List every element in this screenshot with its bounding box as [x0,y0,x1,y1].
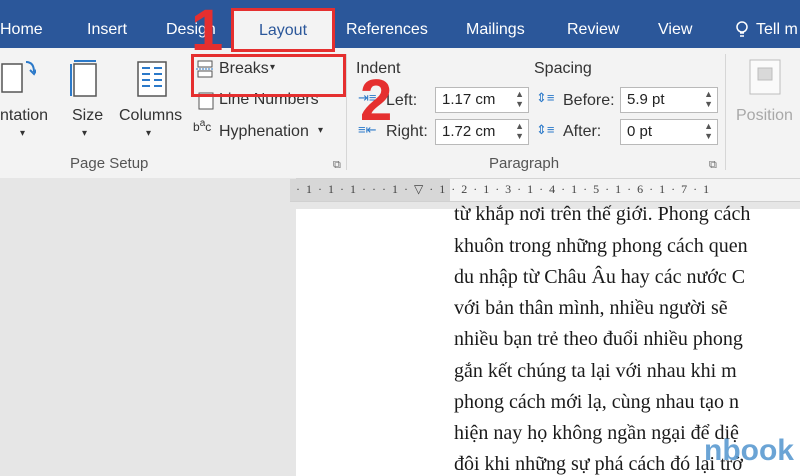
tab-references[interactable]: References [346,0,428,48]
document-line: đôi khi những sự phá cách đó lại trở [454,453,743,475]
document-line: phong cách mới lạ, cùng nhau tạo n [454,391,739,413]
tab-home[interactable]: Home [0,0,43,48]
hyphenation-icon: bac [193,118,212,134]
position-icon [749,59,781,95]
group-separator [346,54,347,170]
indent-left-value: 1.17 cm [442,91,496,108]
document-line: khuôn trong những phong cách quen [454,235,748,257]
tab-insert[interactable]: Insert [87,0,127,48]
orientation-button[interactable]: ntation [0,107,48,125]
document-line: hiện nay họ không ngần ngại để diệ [454,422,739,444]
spacing-before-value: 5.9 pt [627,91,665,108]
document-line: từ khắp nơi trên thế giới. Phong cách [454,203,751,225]
tell-me-search[interactable]: Tell m [756,0,798,48]
document-line: nhiều bạn trẻ theo đuổi nhiều phong [454,328,743,350]
chevron-down-icon: ▾ [82,128,88,139]
ruler-ticks: · 1 · 1 · 1 · · · 1 · ▽ · 1 · 2 · 1 · 3 … [296,182,711,196]
indent-right-value: 1.72 cm [442,123,496,140]
tab-review[interactable]: Review [567,0,619,48]
horizontal-ruler[interactable]: · 1 · 1 · 1 · · · 1 · ▽ · 1 · 2 · 1 · 3 … [290,179,800,202]
ribbon: ntation ▾ Size ▾ Columns ▾ Breaks ▾ Line… [0,48,800,179]
spinner-arrows-icon[interactable]: ▲ ▼ [515,89,524,109]
spacing-after-label: After: [563,123,602,140]
document-line: gắn kết chúng ta lại với nhau khi m [454,360,737,382]
size-button[interactable]: Size [72,107,103,125]
document-background [0,178,296,476]
position-button[interactable]: Position [736,107,793,125]
columns-button[interactable]: Columns [119,107,182,125]
spacing-after-input[interactable]: 0 pt ▲ ▼ [620,119,718,145]
orientation-icon [1,61,36,93]
spacing-before-input[interactable]: 5.9 pt ▲ ▼ [620,87,718,113]
spacing-after-icon: ⇕≡ [536,122,555,137]
highlight-layout-tab [231,8,335,52]
indent-right-input[interactable]: 1.72 cm ▲ ▼ [435,119,529,145]
watermark-logo: nbook [704,434,794,467]
spinner-arrows-icon[interactable]: ▲ ▼ [515,121,524,141]
indent-left-input[interactable]: 1.17 cm ▲ ▼ [435,87,529,113]
group-label-page-setup: Page Setup [70,155,149,172]
spacing-header: Spacing [534,60,592,77]
ribbon-tab-bar: Home Insert Design Layout References Mai… [0,0,800,50]
paragraph-launcher-icon[interactable]: ⧉ [709,159,717,172]
spacing-before-label: Before: [563,92,615,109]
chevron-down-icon: ▾ [20,128,26,139]
columns-icon [137,61,167,97]
document-line: du nhập từ Châu Âu hay các nước C [454,266,746,288]
spinner-arrows-icon[interactable]: ▲ ▼ [704,89,713,109]
spacing-before-icon: ⇕≡ [536,90,555,105]
lightbulb-icon [736,21,748,37]
size-icon [70,60,97,97]
tab-view[interactable]: View [658,0,692,48]
document-line: với bản thân mình, nhiều người sẽ [454,297,728,319]
step-number-2: 2 [360,68,393,133]
spinner-arrows-icon[interactable]: ▲ ▼ [704,121,713,141]
chevron-down-icon: ▾ [318,125,324,136]
group-separator [725,54,726,170]
tab-mailings[interactable]: Mailings [466,0,525,48]
step-number-1: 1 [191,0,224,63]
spacing-after-value: 0 pt [627,123,653,140]
page-setup-launcher-icon[interactable]: ⧉ [333,159,341,172]
group-label-paragraph: Paragraph [489,155,560,172]
chevron-down-icon: ▾ [146,128,152,139]
indent-right-label: Right: [386,123,428,140]
hyphenation-button[interactable]: Hyphenation [219,123,309,141]
